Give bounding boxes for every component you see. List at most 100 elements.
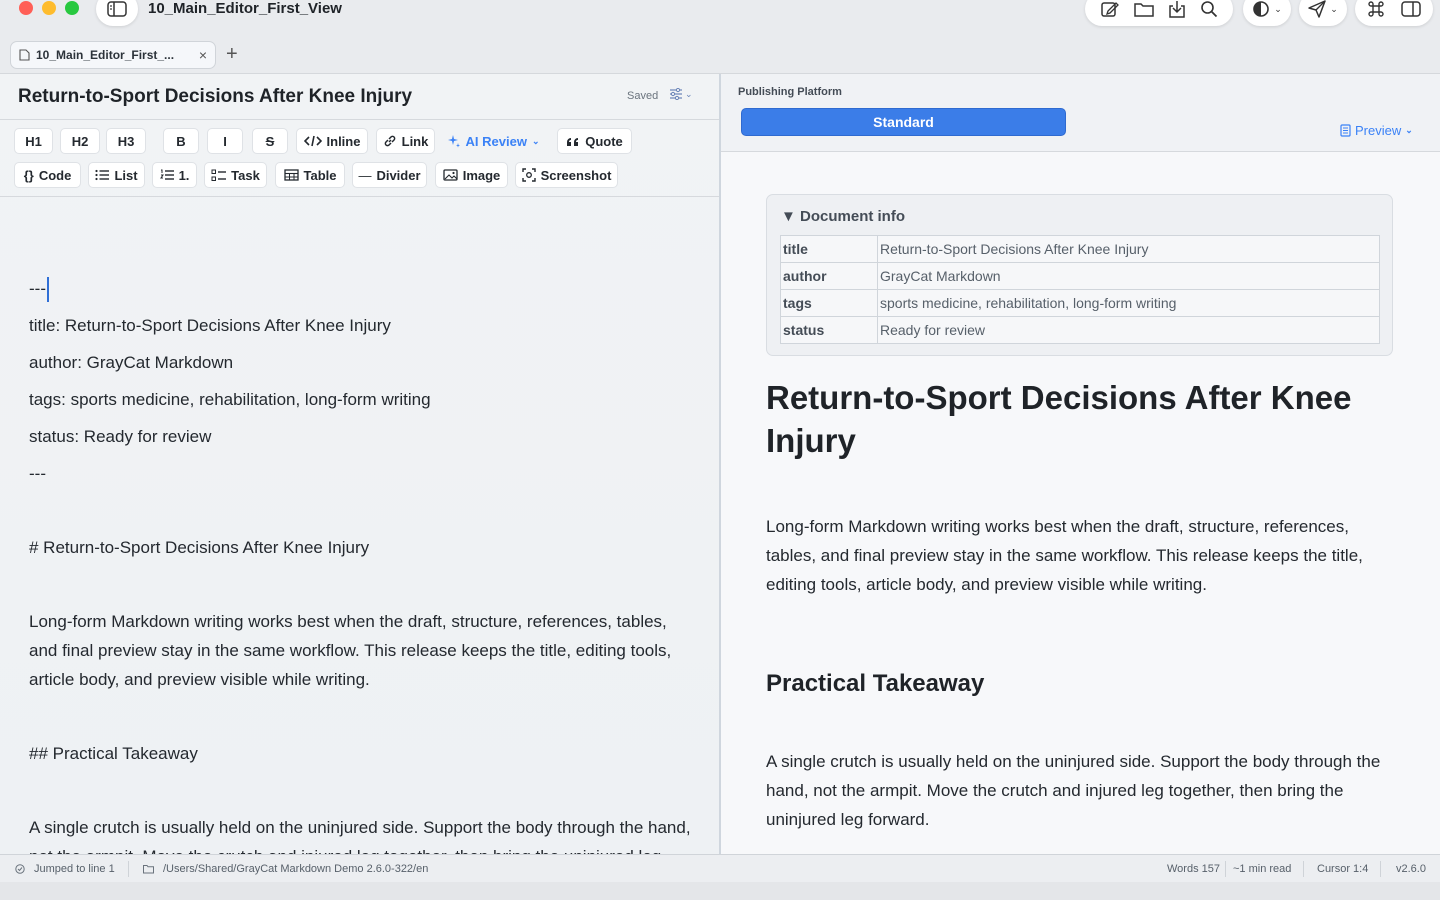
strikethrough-button[interactable]: S (252, 128, 288, 154)
italic-button[interactable]: I (207, 128, 243, 154)
preview-heading-2: Practical Takeaway (766, 670, 985, 697)
task-label: Task (231, 167, 260, 183)
window-title: 10_Main_Editor_First_View (148, 0, 342, 17)
toolbar-actions-group (1085, 0, 1233, 26)
document-header: Return-to-Sport Decisions After Knee Inj… (0, 74, 719, 120)
editor-paragraph: A single crutch is usually held on the u… (29, 818, 691, 854)
code-label: Code (38, 167, 72, 183)
heading2-button[interactable]: H2 (60, 128, 100, 154)
screenshot-label: Screenshot (540, 167, 612, 183)
chevron-down-icon: ⌄ (1405, 125, 1413, 135)
editor-paragraph: Long-form Markdown writing works best wh… (29, 612, 672, 689)
list-icon (95, 169, 110, 181)
status-message: Jumped to line 1 (34, 863, 115, 875)
split-view-icon[interactable] (1401, 1, 1421, 17)
markdown-editor[interactable]: --- title: Return-to-Sport Decisions Aft… (0, 197, 719, 854)
ordered-list-button[interactable]: 1. (152, 162, 197, 188)
quote-label: Quote (585, 133, 623, 149)
send-icon (1308, 0, 1326, 18)
status-bar: Jumped to line 1 /Users/Shared/GrayCat M… (0, 854, 1440, 883)
document-info-toggle[interactable]: ▼ Document info (781, 208, 905, 225)
divider-button[interactable]: — Divider (352, 162, 427, 188)
list-label: List (114, 167, 138, 183)
document-title[interactable]: Return-to-Sport Decisions After Knee Inj… (18, 86, 412, 108)
tab-strip: 10_Main_Editor_First_... × (0, 36, 1440, 74)
preview-mode-button[interactable]: Preview ⌄ (1340, 123, 1413, 138)
cursor-position: Cursor 1:4 (1317, 863, 1369, 875)
quote-button[interactable]: Quote (557, 128, 632, 154)
document-icon (19, 49, 30, 61)
compose-icon[interactable] (1100, 0, 1120, 18)
ai-review-button[interactable]: AI Review ⌄ (442, 128, 544, 154)
word-count: Words 157 (1167, 863, 1220, 875)
file-path[interactable]: /Users/Shared/GrayCat Markdown Demo 2.6.… (163, 863, 428, 875)
horizontal-rule-icon: — (358, 167, 372, 183)
bullet-list-button[interactable]: List (88, 162, 145, 188)
tab-close-icon[interactable]: × (199, 47, 207, 63)
info-key: title (780, 235, 878, 263)
search-icon[interactable] (1200, 0, 1218, 18)
inline-code-button[interactable]: Inline (296, 128, 368, 154)
editor-line: # Return-to-Sport Decisions After Knee I… (29, 538, 370, 557)
code-block-button[interactable]: {} Code (14, 162, 81, 188)
editor-line: --- (29, 464, 46, 483)
image-icon (443, 169, 458, 181)
minimize-window-button[interactable] (42, 1, 56, 15)
ordered-list-label: 1. (178, 167, 190, 183)
chevron-down-icon: ⌄ (1330, 3, 1338, 14)
view-controls-group (1355, 0, 1433, 26)
zoom-window-button[interactable] (65, 1, 79, 15)
app-version: v2.6.0 (1396, 863, 1426, 875)
contrast-icon (1253, 1, 1270, 17)
document-settings-button[interactable]: ⌄ (669, 88, 693, 100)
title-bar: 10_Main_Editor_First_View ⌄ ⌄ (0, 0, 1440, 36)
publishing-header: Publishing Platform Standard Preview ⌄ (721, 74, 1440, 152)
chevron-down-icon: ⌄ (531, 135, 540, 146)
bold-button[interactable]: B (163, 128, 199, 154)
sparkle-icon (447, 135, 460, 148)
sidebar-icon (107, 1, 127, 17)
sidebar-toggle-button[interactable] (96, 0, 138, 26)
document-info-panel: ▼ Document info title Return-to-Sport Dec… (766, 194, 1393, 356)
image-button[interactable]: Image (435, 162, 508, 188)
chevron-down-icon: ⌄ (1274, 3, 1282, 14)
editor-line: author: GrayCat Markdown (29, 353, 234, 372)
formatting-toolbar: H1 H2 H3 B I S Inline Link AI Review ⌄ Q… (0, 120, 719, 197)
document-icon (1340, 124, 1351, 137)
folder-icon[interactable] (1134, 0, 1154, 18)
preview-label: Preview (1355, 123, 1402, 138)
quote-icon (567, 137, 579, 146)
close-window-button[interactable] (19, 1, 33, 15)
command-icon[interactable] (1367, 0, 1385, 18)
chevron-down-icon: ⌄ (685, 88, 693, 99)
table-button[interactable]: Table (275, 162, 345, 188)
info-key: author (780, 262, 878, 290)
screenshot-button[interactable]: Screenshot (515, 162, 618, 188)
table-label: Table (303, 167, 337, 183)
task-list-button[interactable]: Task (204, 162, 267, 188)
link-icon (384, 135, 395, 147)
table-row: status Ready for review (780, 316, 1380, 344)
heading3-button[interactable]: H3 (106, 128, 146, 154)
import-icon[interactable] (1168, 0, 1186, 18)
info-key: tags (780, 289, 878, 317)
numbered-list-icon (159, 169, 174, 180)
editor-line: title: Return-to-Sport Decisions After K… (29, 316, 391, 335)
editor-line: tags: sports medicine, rehabilitation, l… (29, 390, 431, 409)
editor-line: ## Practical Takeaway (29, 744, 198, 763)
save-status: Saved (627, 90, 659, 102)
table-icon (283, 169, 299, 181)
image-label: Image (462, 167, 501, 183)
link-label: Link (401, 133, 429, 149)
editor-line: --- (29, 277, 49, 302)
heading1-button[interactable]: H1 (14, 128, 53, 154)
platform-select[interactable]: Standard (741, 108, 1066, 136)
tab-document[interactable]: 10_Main_Editor_First_... × (10, 41, 216, 69)
code-icon (303, 135, 322, 147)
theme-menu-button[interactable]: ⌄ (1243, 0, 1291, 26)
new-tab-button[interactable]: + (226, 41, 238, 67)
publish-menu-button[interactable]: ⌄ (1299, 0, 1347, 26)
link-button[interactable]: Link (376, 128, 435, 154)
read-time: ~1 min read (1233, 863, 1292, 875)
checklist-icon (211, 169, 227, 181)
